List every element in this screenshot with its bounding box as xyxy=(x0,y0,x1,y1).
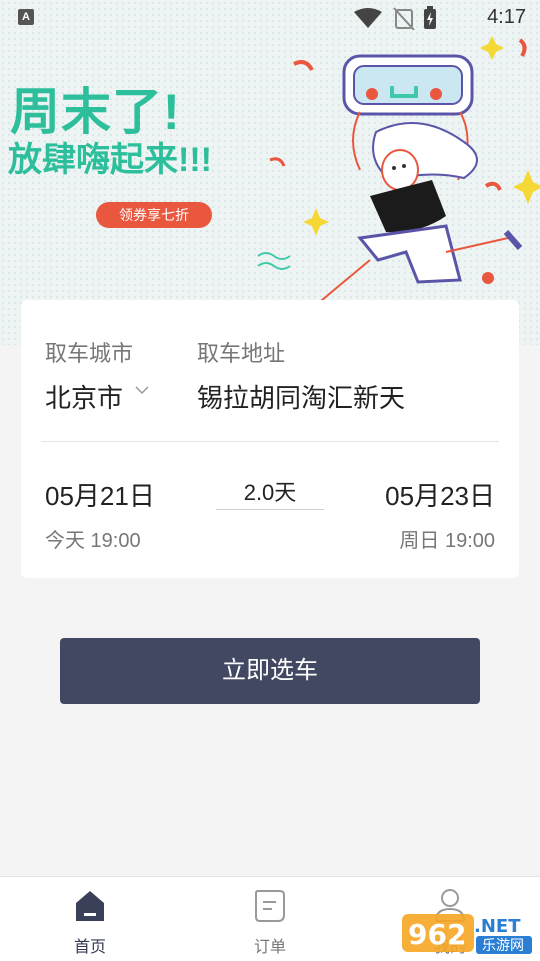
divider xyxy=(41,441,499,442)
address-field[interactable]: 锡拉胡同淘汇新天 xyxy=(197,378,405,415)
address-label: 取车地址 xyxy=(197,341,286,366)
watermark-number: 962 xyxy=(408,918,466,951)
select-car-button[interactable]: 立即选车 xyxy=(60,638,480,704)
banner-subtitle: 放肆嗨起来!!! xyxy=(8,141,212,179)
banner-pager-dot[interactable] xyxy=(482,272,494,284)
booking-card: 取车城市 北京市 取车地址 锡拉胡同淘汇新天 05月21日 今天 19:00 2… xyxy=(21,300,519,578)
watermark-suffix: .NET xyxy=(474,916,521,937)
chevron-down-icon[interactable] xyxy=(135,385,149,395)
tab-home-label: 首页 xyxy=(73,939,106,956)
promo-banner[interactable]: A 4:17 周末了! 放肆嗨起来!!! 领券享七折 xyxy=(0,0,540,345)
site-watermark: 962 .NET 乐游网 xyxy=(402,914,532,954)
city-selector[interactable]: 北京市 xyxy=(45,378,123,415)
rental-duration: 2.0天 xyxy=(216,475,324,510)
coupon-badge[interactable]: 领券享七折 xyxy=(96,202,212,228)
pickup-date[interactable]: 05月21日 xyxy=(45,476,155,513)
tab-orders[interactable]: 订单 xyxy=(210,877,330,961)
city-label: 取车城市 xyxy=(45,341,134,366)
tab-orders-label: 订单 xyxy=(253,939,286,956)
pickup-time: 今天 19:00 xyxy=(45,530,141,552)
running-girl-illustration xyxy=(257,36,540,310)
home-icon xyxy=(76,891,104,921)
tab-home[interactable]: 首页 xyxy=(30,877,150,961)
watermark-site: 乐游网 xyxy=(482,938,524,954)
app-badge: A xyxy=(18,9,34,25)
return-date[interactable]: 05月23日 xyxy=(385,476,495,513)
return-time: 周日 19:00 xyxy=(399,530,495,552)
order-icon xyxy=(255,890,285,922)
